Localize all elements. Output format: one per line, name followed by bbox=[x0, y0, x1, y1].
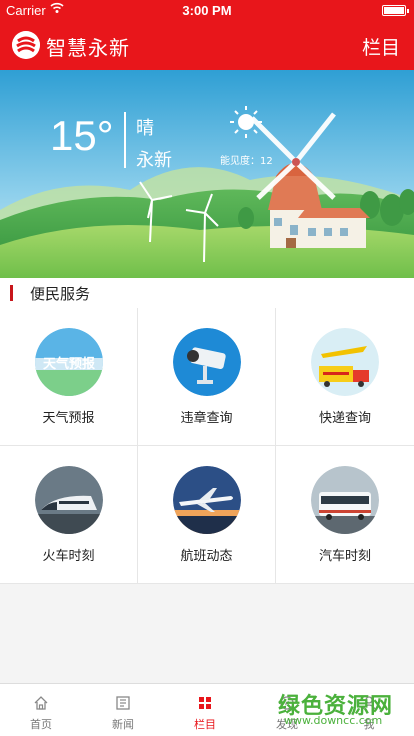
service-label: 快递查询 bbox=[318, 411, 371, 426]
weather-forecast-icon: 天气预报 bbox=[35, 328, 103, 396]
airplane-icon bbox=[173, 466, 241, 534]
service-label: 汽车时刻 bbox=[318, 549, 371, 564]
services-section-header: 便民服务 bbox=[0, 278, 414, 308]
app-header: 智慧永新 栏目 bbox=[0, 20, 414, 70]
service-flight[interactable]: 航班动态 bbox=[138, 446, 276, 584]
services-grid: 天气预报 天气预报 违章查询 快递查询 火车时刻 航班动态 汽车时刻 bbox=[0, 308, 414, 584]
service-weather[interactable]: 天气预报 天气预报 bbox=[0, 308, 138, 446]
tab-label: 新闻 bbox=[112, 718, 134, 731]
service-traffic[interactable]: 违章查询 bbox=[138, 308, 276, 446]
app-logo-icon bbox=[12, 31, 40, 59]
tab-label: 栏目 bbox=[194, 718, 216, 731]
service-label: 火车时刻 bbox=[42, 549, 95, 564]
watermark-url: www.downcc.com bbox=[284, 714, 383, 727]
home-icon bbox=[34, 696, 48, 710]
tab-news[interactable]: 新闻 bbox=[82, 684, 164, 736]
city-name: 永新 bbox=[136, 150, 172, 171]
weather-banner[interactable]: 15° 晴 永新 能见度：12 bbox=[0, 70, 414, 278]
service-label: 航班动态 bbox=[180, 549, 233, 564]
menu-button[interactable]: 栏目 bbox=[362, 33, 400, 60]
section-accent-bar bbox=[10, 285, 13, 301]
battery-icon bbox=[382, 5, 409, 16]
news-icon bbox=[116, 696, 130, 710]
grid-icon bbox=[199, 697, 211, 709]
temperature-divider bbox=[124, 112, 126, 168]
tab-columns[interactable]: 栏目 bbox=[164, 684, 246, 736]
tab-label: 首页 bbox=[30, 718, 52, 731]
section-title: 便民服务 bbox=[30, 285, 91, 303]
app-title: 智慧永新 bbox=[46, 36, 130, 60]
service-bus[interactable]: 汽车时刻 bbox=[276, 446, 414, 584]
service-label: 违章查询 bbox=[180, 411, 233, 426]
tab-home[interactable]: 首页 bbox=[0, 684, 82, 736]
status-time: 3:00 PM bbox=[182, 3, 232, 18]
service-express[interactable]: 快递查询 bbox=[276, 308, 414, 446]
status-bar: Carrier 3:00 PM bbox=[0, 0, 414, 20]
service-label: 天气预报 bbox=[42, 411, 95, 426]
delivery-truck-icon bbox=[311, 328, 379, 396]
temperature: 15° bbox=[50, 112, 114, 159]
svg-text:天气预报: 天气预报 bbox=[43, 356, 96, 372]
train-icon bbox=[35, 466, 103, 534]
bus-icon bbox=[311, 466, 379, 534]
weather-condition: 晴 bbox=[136, 118, 154, 139]
top-bar: Carrier 3:00 PM 智慧永新 栏目 bbox=[0, 0, 414, 70]
traffic-camera-icon bbox=[173, 328, 241, 396]
service-train[interactable]: 火车时刻 bbox=[0, 446, 138, 584]
visibility-text: 能见度：12 bbox=[220, 156, 273, 167]
weather-illustration bbox=[0, 70, 414, 278]
